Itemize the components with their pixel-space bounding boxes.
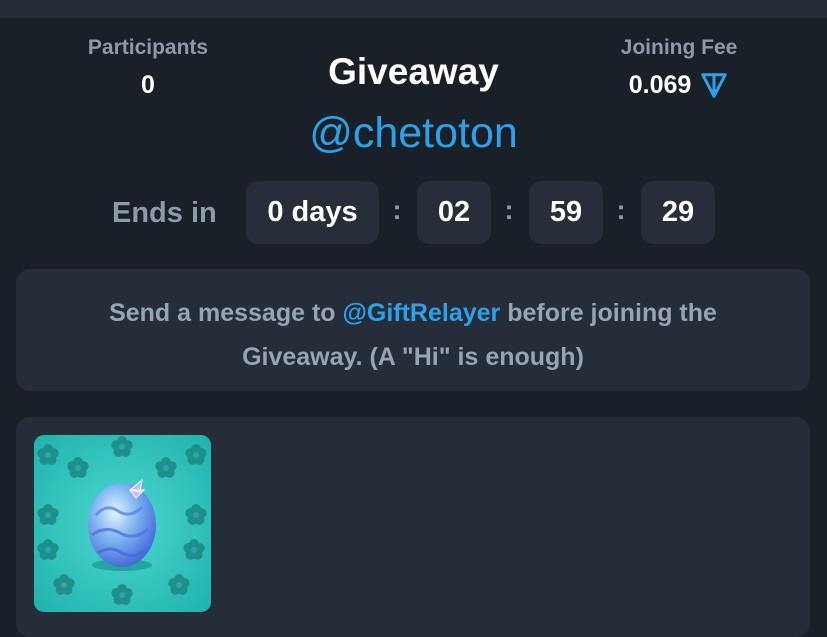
channel-link[interactable]: @chetoton: [0, 107, 827, 159]
ton-icon: [701, 73, 728, 98]
countdown-minutes: 59: [529, 181, 603, 244]
joining-fee-value: 0.069: [596, 69, 762, 101]
joining-fee-amount: 0.069: [628, 71, 692, 99]
countdown-separator: :: [392, 195, 402, 225]
egg-gift-icon: [34, 435, 211, 612]
top-bar: [0, 0, 827, 18]
countdown-separator: :: [616, 195, 626, 225]
countdown-seconds: 29: [641, 181, 715, 244]
joining-fee-label: Joining Fee: [620, 36, 738, 59]
countdown-separator: :: [504, 195, 514, 225]
notice-text-before: Send a message to: [109, 299, 343, 327]
prize-item[interactable]: [34, 435, 211, 612]
ends-in-label: Ends in: [112, 197, 217, 229]
notice-card: Send a message to @GiftRelayer before jo…: [16, 269, 810, 391]
joining-fee-stat: Joining Fee 0.069: [596, 35, 762, 101]
gift-relayer-link[interactable]: @GiftRelayer: [343, 299, 501, 327]
countdown-days: 0 days: [246, 181, 379, 244]
countdown-hours: 02: [417, 181, 491, 244]
